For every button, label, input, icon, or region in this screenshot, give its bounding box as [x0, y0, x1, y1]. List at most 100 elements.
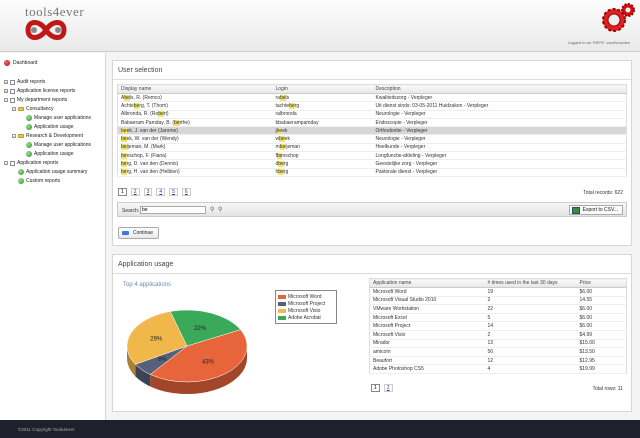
table-row[interactable]: beek, J. van der (Jarome)jbeekOrthodonti… — [117, 126, 627, 136]
table-row[interactable]: Microsoft Word 19 $6.00 — [369, 287, 627, 297]
page-2[interactable]: 2 — [130, 188, 140, 196]
column-header[interactable]: # times used in the last 30 days — [484, 278, 577, 288]
table-row[interactable]: Albronda, R. (Robert) ralbronda Neurologie… — [117, 110, 627, 119]
column-header[interactable]: Application name — [369, 278, 485, 288]
sidebar-item-custom-reports[interactable]: Custom reports — [18, 178, 60, 184]
cell-login: dberg — [272, 159, 373, 169]
table-row[interactable]: Microsoft Visio 2 $4.99 — [369, 330, 627, 340]
legend-swatch — [278, 294, 286, 299]
column-header[interactable]: Description — [372, 84, 627, 94]
sidebar-item-department-reports[interactable]: − My department reports — [4, 97, 67, 103]
column-header[interactable]: Price — [576, 278, 627, 288]
page-5[interactable]: 5 — [169, 188, 178, 196]
table-row[interactable]: Abels, R. (Remco) rabels Kwaliteitszorg - … — [117, 93, 627, 103]
export-csv-button[interactable]: Export to CSV... — [568, 205, 623, 215]
table-header-row: Display name Login Description — [117, 84, 627, 94]
cell-login: ralbronda — [272, 110, 373, 119]
page-3[interactable]: 3 — [143, 188, 153, 196]
report-icon — [10, 79, 15, 85]
text: rg — [283, 161, 289, 168]
user-selection-panel: User selection Display name Login Descri… — [112, 60, 632, 246]
sidebar-item-license-reports[interactable]: + Application license reports — [4, 88, 75, 94]
table-cell: $6.00 — [576, 287, 627, 297]
table-row[interactable]: beijeman, M. (Mark) mbeijeman Heelkunde - … — [117, 143, 627, 153]
table-cell: 4 — [484, 364, 577, 374]
collapse-icon[interactable]: − — [12, 134, 16, 138]
sidebar-item-audit-reports[interactable]: + Audit reports — [4, 79, 45, 85]
sidebar-item-consultancy[interactable]: − Consultancy — [12, 106, 54, 112]
legend-item: Microsoft Project — [278, 300, 334, 307]
text: rg, D. van den (Dennis) — [126, 161, 179, 168]
legend-swatch — [278, 301, 286, 306]
table-row[interactable]: Babaeram Pamday, B. (berthe) bbabaerampam… — [117, 118, 627, 128]
table-row[interactable]: beek, W. van der (Wendy) wbeek Neurologie … — [117, 134, 627, 144]
sidebar-item-label: Application usage — [34, 151, 74, 157]
sidebar-item-app-usage-summary[interactable]: Application usage summary — [18, 169, 87, 175]
total-rows: Total rows: 11 — [592, 386, 623, 392]
page-6[interactable]: 6 — [181, 188, 191, 196]
table-cell: $12.95 — [576, 356, 627, 366]
cell-display-name: berg, D. van den (Dennis) — [117, 159, 273, 169]
text: ls — [285, 94, 290, 101]
expand-icon[interactable]: + — [4, 80, 8, 84]
table-cell: 19 — [484, 287, 577, 297]
table-cell: $6.00 — [576, 304, 627, 314]
table-row[interactable]: amicom 56 $13.50 — [369, 347, 627, 357]
table-cell: 14.55 — [576, 296, 627, 306]
table-cell: Microsoft Excel — [369, 313, 485, 323]
dashboard-link[interactable]: Dashboard — [4, 60, 37, 66]
logged-in-text: Logged in as: RSP\F. vandVoorden — [567, 40, 630, 45]
table-row[interactable]: berg, H. van den (Helbien) hberg Pastorale… — [117, 168, 627, 177]
sidebar-item-label: Manage user applications — [34, 142, 91, 148]
collapse-icon[interactable]: − — [4, 98, 8, 102]
collapse-icon[interactable]: − — [4, 161, 8, 165]
table-row[interactable]: Microsoft Project 14 $6.00 — [369, 321, 627, 331]
page-1[interactable]: 1 — [118, 188, 127, 196]
search-icon[interactable]: ⚲ — [210, 207, 216, 213]
table-cell: $15.00 — [576, 339, 627, 349]
table-row[interactable]: berg, D. van den (Dennis) dberg Geestelijk… — [117, 159, 627, 169]
table-row[interactable]: Beaufort 12 $12.95 — [369, 356, 627, 366]
cell-description: Neurologie - Verpleger — [372, 110, 627, 119]
cell-login: jbeek — [272, 126, 373, 136]
table-row[interactable]: Microsoft Visual Studio 2010 2 14.55 — [369, 296, 627, 306]
page-1[interactable]: 1 — [371, 384, 380, 392]
continue-button[interactable]: Continue — [118, 227, 160, 239]
sidebar-item-label: Manage user applications — [34, 115, 91, 121]
legend-swatch — [278, 315, 286, 320]
search-input[interactable] — [140, 206, 206, 214]
sidebar-item-research[interactable]: − Research & Development — [12, 133, 83, 139]
search-advanced-icon[interactable]: ⚲ — [218, 207, 224, 213]
legend-item: Adobe Acrobat — [278, 314, 334, 321]
page-4[interactable]: 4 — [156, 188, 166, 196]
collapse-icon[interactable]: − — [12, 107, 16, 111]
column-header[interactable]: Login — [272, 84, 373, 94]
sidebar-item-app-usage-2[interactable]: Application usage — [26, 151, 73, 157]
table-cell: 5 — [484, 313, 577, 323]
table-row[interactable]: Mirador 13 $15.00 — [369, 339, 627, 349]
table-row[interactable]: Microsoft Excel 5 $6.00 — [369, 313, 627, 323]
page-2[interactable]: 2 — [383, 384, 393, 392]
sidebar-item-app-reports[interactable]: − Application reports — [4, 160, 58, 166]
folder-icon — [18, 134, 24, 138]
app-header: tools4ever Logged in as: RSP\F. vandVoor… — [0, 0, 640, 52]
table-row[interactable]: benschop, F. (Fiana)fbenschopLongfunctie… — [117, 151, 627, 161]
table-row[interactable]: Adobe Photoshop CS5 4 $19.99 — [369, 364, 627, 374]
table-cell: 56 — [484, 347, 577, 357]
cell-display-name: Albronda, R. (Robert) — [117, 110, 273, 119]
table-row[interactable]: Achteberg, T. (Thom) tachteberg Uit dienst… — [117, 101, 627, 111]
sidebar-item-manage-user-apps-2[interactable]: Manage user applications — [26, 142, 91, 148]
sidebar-item-label: Application usage — [34, 124, 74, 130]
sidebar-item-app-usage-1[interactable]: Application usage — [26, 124, 73, 130]
divider — [113, 273, 631, 274]
table-cell: 12 — [484, 356, 577, 366]
cell-display-name: Achteberg, T. (Thom) — [117, 101, 273, 111]
expand-icon[interactable]: + — [4, 89, 8, 93]
table-cell: $4.99 — [576, 330, 627, 340]
table-row[interactable]: VMware Workstation 22 $6.00 — [369, 304, 627, 314]
globe-icon — [26, 151, 32, 157]
column-header[interactable]: Display name — [117, 84, 273, 94]
sidebar-item-manage-user-apps-1[interactable]: Manage user applications — [26, 115, 91, 121]
pie-data-label: 43% — [202, 359, 215, 365]
text: ijeman, M. (Mark) — [126, 144, 166, 151]
